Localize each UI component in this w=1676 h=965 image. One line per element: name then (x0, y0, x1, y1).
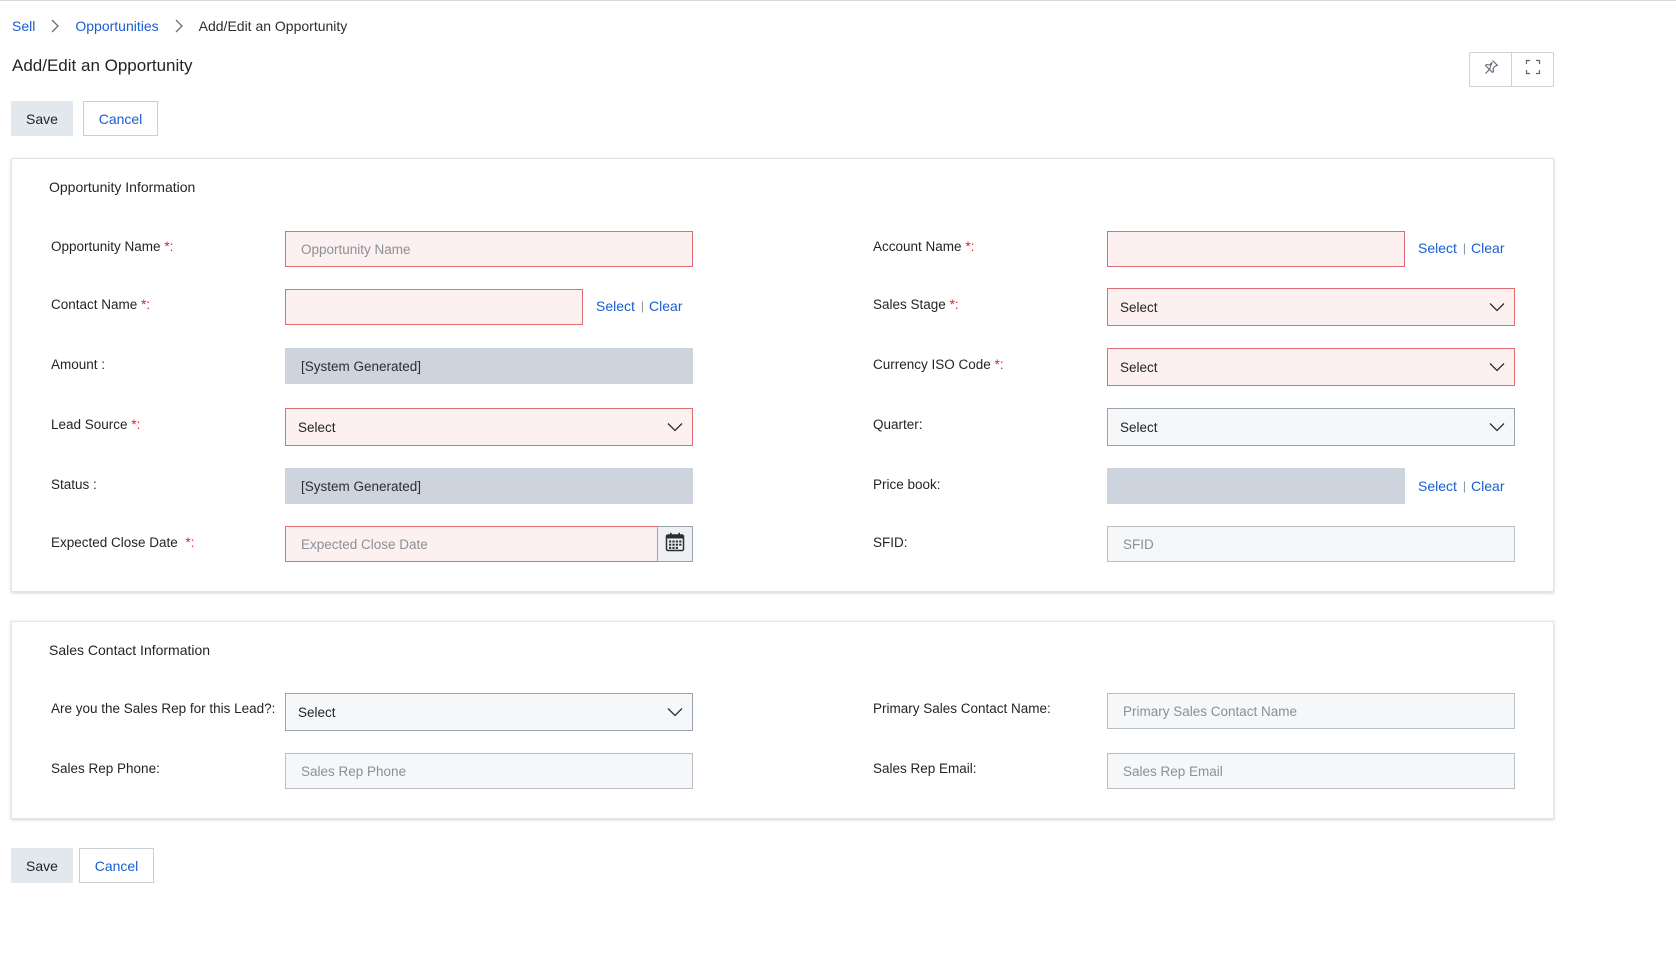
breadcrumb-current: Add/Edit an Opportunity (198, 18, 348, 34)
price-book-field (1107, 468, 1405, 504)
breadcrumb-sell[interactable]: Sell (12, 18, 35, 34)
chevron-right-icon (167, 19, 191, 33)
quarter-select[interactable]: Select (1107, 408, 1515, 446)
pin-button[interactable] (1470, 53, 1511, 86)
contact-name-input[interactable] (285, 289, 583, 325)
save-button[interactable]: Save (11, 101, 73, 136)
calendar-icon (665, 532, 685, 557)
opportunity-name-input[interactable]: Opportunity Name (285, 231, 693, 267)
fullscreen-button[interactable] (1511, 53, 1553, 86)
sales-rep-phone-input[interactable]: Sales Rep Phone (285, 753, 693, 789)
pin-icon (1483, 59, 1499, 80)
chevron-down-icon (1489, 422, 1505, 432)
chevron-down-icon (1489, 362, 1505, 372)
account-name-actions: Select | Clear (1418, 240, 1505, 256)
sales-stage-select[interactable]: Select (1107, 288, 1515, 326)
cancel-button-bottom[interactable]: Cancel (79, 848, 154, 883)
sales-rep-question-label: Are you the Sales Rep for this Lead?: (51, 701, 276, 716)
account-clear-link[interactable]: Clear (1471, 240, 1504, 256)
sfid-input[interactable]: SFID (1107, 526, 1515, 562)
cancel-button[interactable]: Cancel (83, 101, 158, 136)
fullscreen-icon (1525, 59, 1541, 80)
contact-name-actions: Select | Clear (596, 298, 683, 314)
currency-iso-code-label: Currency ISO Code *: (873, 357, 1004, 372)
opportunity-information-panel: Opportunity Information Opportunity Name… (11, 158, 1554, 592)
primary-sales-contact-input[interactable]: Primary Sales Contact Name (1107, 693, 1515, 729)
contact-name-label: Contact Name *: (51, 297, 151, 312)
save-button-bottom[interactable]: Save (11, 848, 73, 883)
breadcrumb-opportunities[interactable]: Opportunities (75, 18, 158, 34)
quarter-label: Quarter: (873, 417, 923, 432)
expected-close-date-input[interactable]: Expected Close Date (285, 526, 658, 562)
sales-rep-phone-label: Sales Rep Phone: (51, 761, 160, 776)
lead-source-label: Lead Source *: (51, 417, 141, 432)
status-field: [System Generated] (285, 468, 693, 504)
sfid-label: SFID: (873, 535, 908, 550)
section-title: Sales Contact Information (49, 642, 211, 658)
sales-stage-label: Sales Stage *: (873, 297, 959, 312)
price-book-select-link[interactable]: Select (1418, 478, 1457, 494)
status-label: Status : (51, 477, 97, 492)
primary-sales-contact-label: Primary Sales Contact Name: (873, 701, 1051, 716)
breadcrumb: Sell Opportunities Add/Edit an Opportuni… (12, 18, 347, 34)
amount-label: Amount : (51, 357, 106, 372)
chevron-down-icon (667, 422, 683, 432)
expected-close-date-label: Expected Close Date *: (51, 535, 195, 550)
price-book-actions: Select | Clear (1418, 478, 1505, 494)
chevron-right-icon (43, 19, 67, 33)
opportunity-name-label: Opportunity Name *: (51, 239, 174, 254)
view-tools (1469, 52, 1554, 87)
chevron-down-icon (1489, 302, 1505, 312)
amount-field: [System Generated] (285, 348, 693, 384)
lead-source-select[interactable]: Select (285, 408, 693, 446)
sales-rep-email-label: Sales Rep Email: (873, 761, 977, 776)
account-name-input[interactable] (1107, 231, 1405, 267)
price-book-label: Price book: (873, 477, 941, 492)
contact-select-link[interactable]: Select (596, 298, 635, 314)
calendar-button[interactable] (657, 526, 693, 562)
contact-clear-link[interactable]: Clear (649, 298, 682, 314)
sales-contact-information-panel: Sales Contact Information Are you the Sa… (11, 621, 1554, 819)
sales-rep-email-input[interactable]: Sales Rep Email (1107, 753, 1515, 789)
account-name-label: Account Name *: (873, 239, 975, 254)
price-book-clear-link[interactable]: Clear (1471, 478, 1504, 494)
currency-iso-code-select[interactable]: Select (1107, 348, 1515, 386)
page-title: Add/Edit an Opportunity (12, 56, 193, 75)
chevron-down-icon (667, 707, 683, 717)
account-select-link[interactable]: Select (1418, 240, 1457, 256)
sales-rep-question-select[interactable]: Select (285, 693, 693, 731)
section-title: Opportunity Information (49, 179, 196, 195)
